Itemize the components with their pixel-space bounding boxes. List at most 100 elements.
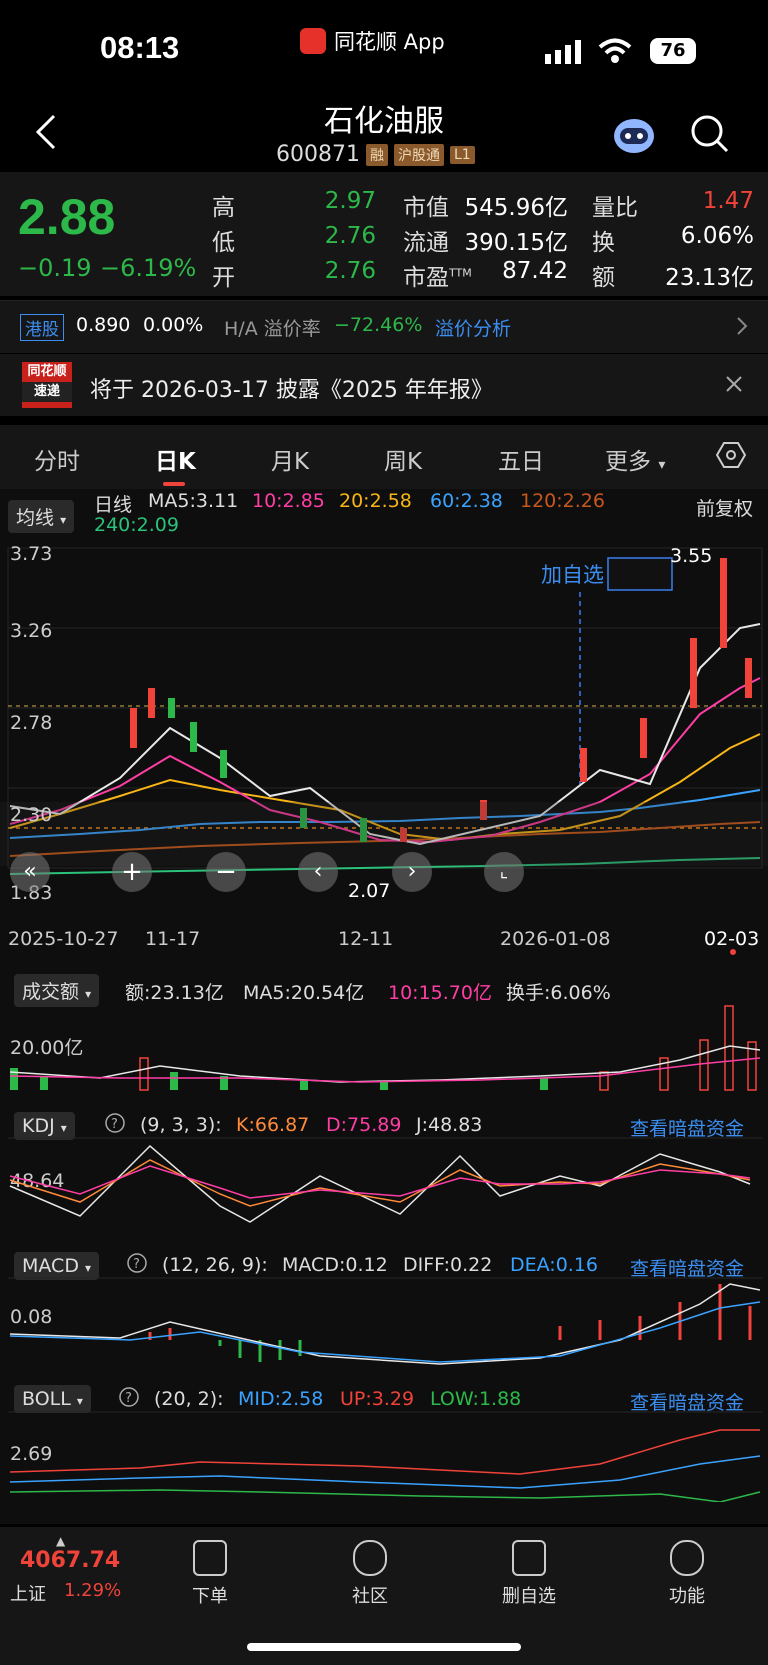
order-icon bbox=[193, 1540, 227, 1576]
pe-ttm: TTM bbox=[449, 266, 472, 280]
scroll-right-icon[interactable]: › bbox=[392, 852, 432, 892]
search-button[interactable] bbox=[690, 114, 730, 158]
nav-order[interactable]: 下单 bbox=[165, 1540, 255, 1608]
double-left-icon[interactable]: « bbox=[10, 852, 50, 892]
low-value: 2.76 bbox=[324, 223, 376, 249]
app-logo-icon bbox=[300, 28, 326, 54]
y-tick-2: 3.26 bbox=[10, 620, 53, 642]
open-label: 开 bbox=[212, 265, 235, 291]
tab-intraday[interactable]: 分时 bbox=[34, 442, 80, 476]
help-icon[interactable]: ? bbox=[126, 1252, 148, 1278]
tab-weekly-k[interactable]: 周K bbox=[384, 442, 422, 476]
wifi-icon bbox=[598, 38, 632, 68]
tab-daily-k[interactable]: 日K bbox=[155, 442, 196, 476]
ma60-value: 60:2.38 bbox=[430, 490, 503, 512]
news-logo-top: 同花顺 bbox=[27, 364, 67, 379]
help-icon[interactable]: ? bbox=[104, 1112, 126, 1138]
nav-order-label: 下单 bbox=[192, 1586, 228, 1607]
boll-selector[interactable]: BOLL ▾ bbox=[14, 1385, 91, 1413]
ma10-value: 10:2.85 bbox=[252, 490, 325, 512]
current-dot bbox=[730, 949, 736, 955]
vr-label: 量比 bbox=[592, 195, 638, 221]
chevron-right-icon bbox=[736, 316, 748, 340]
mktcap-label: 市值 bbox=[403, 195, 449, 221]
pe-label: 市盈TTM bbox=[403, 258, 472, 292]
community-icon bbox=[353, 1540, 387, 1576]
amount-value: 23.13亿 bbox=[665, 265, 754, 291]
tab-more[interactable]: 更多 ▾ bbox=[605, 442, 665, 476]
boll-mid: MID:2.58 bbox=[238, 1388, 324, 1410]
ma-selector[interactable]: 均线 ▾ bbox=[8, 500, 75, 533]
close-button[interactable] bbox=[724, 374, 744, 398]
nav-community[interactable]: 社区 bbox=[325, 1540, 415, 1608]
caret-down-icon: ▾ bbox=[60, 513, 67, 527]
zoom-out-icon[interactable]: − bbox=[206, 852, 246, 892]
price-change: −0.19 bbox=[18, 254, 92, 282]
nav-functions[interactable]: 功能 bbox=[642, 1540, 732, 1608]
open-value: 2.76 bbox=[324, 258, 376, 284]
kdj-selector-label: KDJ bbox=[22, 1115, 55, 1137]
kline-chart[interactable] bbox=[0, 538, 768, 908]
scroll-left-icon[interactable]: ‹ bbox=[298, 852, 338, 892]
chart-settings-button[interactable] bbox=[715, 440, 747, 474]
triangle-up-icon: ▲ bbox=[56, 1534, 66, 1548]
fullscreen-icon[interactable]: ⌞ bbox=[484, 852, 524, 892]
nav-community-label: 社区 bbox=[352, 1586, 388, 1607]
pe-value: 87.42 bbox=[502, 258, 568, 284]
index-name: 上证 bbox=[10, 1584, 46, 1605]
add-favorite-label[interactable]: 加自选 bbox=[541, 559, 604, 589]
boll-low: LOW:1.88 bbox=[430, 1388, 522, 1410]
high-marker: 3.55 bbox=[670, 545, 713, 567]
float-value: 390.15亿 bbox=[464, 230, 568, 256]
app-indicator: 同花顺 App bbox=[300, 26, 445, 56]
robot-assistant-button[interactable] bbox=[610, 112, 658, 160]
turnover-label: 换 bbox=[592, 230, 615, 256]
caret-down-icon: ▾ bbox=[658, 457, 666, 473]
tab-more-label: 更多 bbox=[605, 449, 651, 475]
status-time: 08:13 bbox=[100, 30, 180, 65]
index-value[interactable]: 4067.74 bbox=[20, 1548, 120, 1573]
caret-down-icon: ▾ bbox=[76, 1394, 83, 1408]
price-change-pct: −6.19% bbox=[100, 254, 197, 282]
kdj-k: K:66.87 bbox=[236, 1114, 310, 1136]
zoom-in-icon[interactable]: + bbox=[112, 852, 152, 892]
hk-tag: 港股 bbox=[20, 314, 64, 341]
nav-remove-favorite[interactable]: 删自选 bbox=[484, 1540, 574, 1608]
kdj-chart bbox=[8, 1137, 762, 1223]
x-tick-5: 02-03 bbox=[704, 928, 760, 950]
macd-diff: DIFF:0.22 bbox=[403, 1254, 493, 1276]
home-indicator bbox=[247, 1643, 521, 1651]
ma-type: 日线 bbox=[94, 494, 133, 516]
pe-label-text: 市盈 bbox=[403, 265, 449, 291]
hk-price: 0.890 bbox=[76, 314, 131, 336]
adjust-mode[interactable]: 前复权 bbox=[696, 494, 753, 521]
turnover-value: 6.06% bbox=[680, 223, 754, 249]
news-logo-bottom: 速递 bbox=[22, 382, 72, 402]
caret-down-icon: ▾ bbox=[60, 1121, 67, 1135]
boll-selector-label: BOLL bbox=[22, 1388, 71, 1410]
mktcap-value: 545.96亿 bbox=[464, 195, 568, 221]
x-tick-2: 11-17 bbox=[145, 928, 201, 950]
ma-selector-label: 均线 bbox=[16, 507, 55, 529]
y-tick-3: 2.78 bbox=[10, 712, 53, 734]
svg-text:?: ? bbox=[125, 1391, 132, 1406]
ma5-value: MA5:3.11 bbox=[148, 490, 239, 512]
stock-code-line: 600871 融 沪股通 L1 bbox=[276, 142, 475, 167]
tab-monthly-k[interactable]: 月K bbox=[271, 442, 309, 476]
nav-remove-favorite-label: 删自选 bbox=[502, 1586, 556, 1607]
x-tick-1: 2025-10-27 bbox=[8, 928, 119, 950]
help-icon[interactable]: ? bbox=[118, 1386, 140, 1412]
boll-up: UP:3.29 bbox=[340, 1388, 415, 1410]
low-marker: 2.07 bbox=[348, 880, 391, 902]
tag-connect: 沪股通 bbox=[393, 143, 444, 166]
macd-value: MACD:0.12 bbox=[282, 1254, 388, 1276]
tag-level: L1 bbox=[449, 145, 475, 164]
float-label: 流通 bbox=[403, 230, 449, 256]
premium-analysis-link[interactable]: 溢价分析 bbox=[435, 314, 511, 341]
boll-chart bbox=[8, 1411, 762, 1502]
tab-five-day[interactable]: 五日 bbox=[498, 442, 544, 476]
premium-label: H/A 溢价率 bbox=[224, 318, 321, 340]
nav-functions-label: 功能 bbox=[669, 1586, 705, 1607]
kdj-d: D:75.89 bbox=[326, 1114, 402, 1136]
remove-favorite-icon bbox=[512, 1540, 546, 1576]
